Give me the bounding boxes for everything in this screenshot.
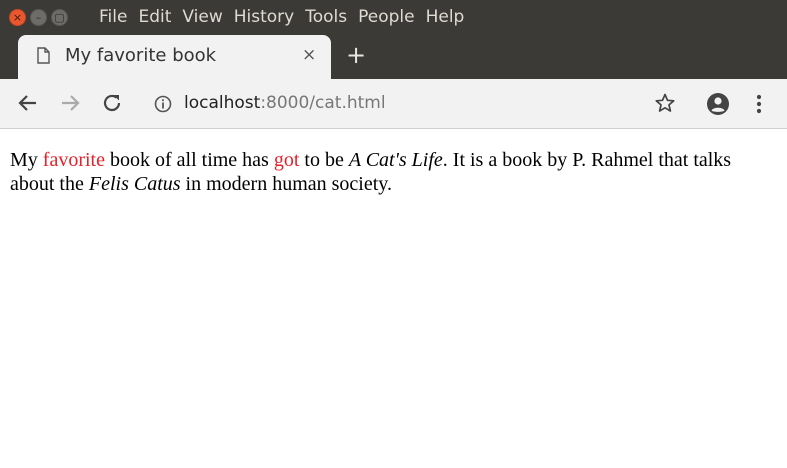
info-icon[interactable] — [154, 95, 172, 113]
kebab-menu-icon[interactable] — [749, 92, 769, 116]
browser-window: × – ▢ File Edit View History Tools Peopl… — [0, 0, 787, 468]
page-content: My favorite book of all time has got to … — [10, 148, 778, 196]
tab-close-button[interactable]: × — [302, 45, 316, 65]
star-icon[interactable] — [654, 92, 676, 114]
menu-edit[interactable]: Edit — [138, 7, 171, 27]
text-run: book of all time has — [104, 149, 274, 171]
menu-help[interactable]: Help — [426, 7, 465, 27]
page-icon — [37, 47, 50, 64]
url-host: localhost — [184, 93, 261, 113]
profile-icon[interactable] — [706, 92, 730, 116]
tab-title: My favorite book — [65, 45, 217, 66]
book-title: A Cat's Life — [348, 149, 443, 171]
paragraph: My favorite book of all time has got to … — [10, 148, 778, 196]
text-run: to be — [299, 149, 349, 171]
reload-icon[interactable] — [100, 91, 124, 115]
menu-people[interactable]: People — [358, 7, 414, 27]
menu-bar: File Edit View History Tools People Help — [99, 7, 475, 27]
active-tab[interactable]: My favorite book × — [18, 35, 331, 79]
menu-file[interactable]: File — [99, 7, 127, 27]
highlight-favorite: favorite — [42, 149, 105, 171]
close-window-button[interactable]: × — [9, 9, 26, 26]
text-run: My — [10, 149, 43, 171]
url-text[interactable]: localhost:8000/cat.html — [184, 93, 386, 113]
menu-tools[interactable]: Tools — [305, 7, 347, 27]
menu-history[interactable]: History — [234, 7, 294, 27]
window-controls: × – ▢ — [9, 9, 68, 26]
address-bar[interactable]: localhost:8000/cat.html — [141, 87, 686, 121]
maximize-window-button[interactable]: ▢ — [51, 9, 68, 26]
minimize-window-button[interactable]: – — [30, 9, 47, 26]
new-tab-button[interactable]: + — [346, 43, 366, 67]
text-run: in modern human society. — [180, 173, 392, 195]
back-arrow-icon[interactable] — [16, 91, 40, 115]
species-name: Felis Catus — [88, 173, 181, 195]
title-bar: × – ▢ File Edit View History Tools Peopl… — [0, 0, 787, 79]
url-path: :8000/cat.html — [260, 93, 386, 113]
highlight-got: got — [273, 149, 300, 171]
forward-arrow-icon[interactable] — [58, 91, 82, 115]
menu-view[interactable]: View — [182, 7, 222, 27]
